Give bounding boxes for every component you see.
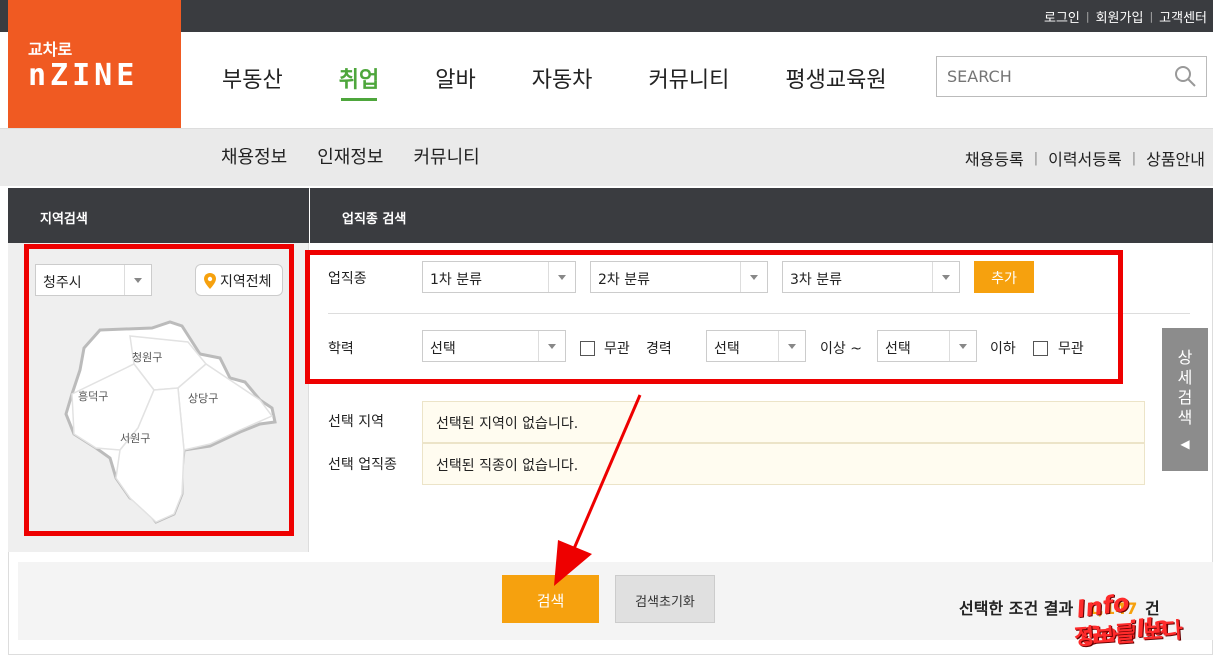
career-max-select[interactable]: 선택 [877, 330, 977, 362]
nav-education[interactable]: 평생교육원 [785, 62, 886, 94]
chevron-down-icon [778, 331, 805, 361]
nav-realestate[interactable]: 부동산 [222, 62, 283, 94]
education-value: 선택 [430, 341, 456, 357]
district-label: 청원구 [132, 351, 162, 364]
customer-center-link[interactable]: 고객센터 [1159, 7, 1207, 26]
class3-value: 3차 분류 [790, 272, 842, 288]
signup-link[interactable]: 회원가입 [1096, 7, 1144, 26]
subnav-post-job[interactable]: 채용등록 [965, 146, 1024, 170]
nav-community[interactable]: 커뮤니티 [648, 62, 729, 94]
sub-nav: 채용정보 인재정보 커뮤니티 채용등록 | 이력서등록 | 상품안내 [0, 128, 1213, 186]
nav-jobs[interactable]: 취업 [339, 62, 379, 101]
class3-select[interactable]: 3차 분류 [782, 261, 960, 293]
map-pin-icon [204, 273, 216, 289]
chevron-down-icon [740, 262, 767, 292]
top-bar: 로그인 | 회원가입 | 고객센터 [0, 0, 1213, 32]
search-input[interactable] [937, 57, 1157, 95]
class2-select[interactable]: 2차 분류 [590, 261, 768, 293]
chevron-down-icon [538, 331, 565, 361]
chevron-down-icon [932, 262, 959, 292]
all-region-button[interactable]: 지역전체 [195, 264, 283, 296]
district-label: 서원구 [120, 432, 150, 445]
career-min-value: 선택 [714, 341, 740, 357]
city-select-value: 청주시 [43, 275, 82, 291]
education-label: 학력 [328, 341, 354, 357]
separator: | [1085, 10, 1090, 23]
job-search-header: 업직종 검색 [310, 188, 1213, 243]
district-label: 상당구 [188, 392, 218, 405]
job-category-label: 업직종 [328, 271, 367, 287]
district-map: 청원구 흥덕구 상당구 서원구 [64, 320, 277, 524]
class1-value: 1차 분류 [430, 272, 482, 288]
city-select[interactable]: 청주시 [35, 264, 152, 296]
search-icon[interactable] [1174, 65, 1196, 87]
logo-text-main: nZINE [28, 58, 139, 93]
selected-region-label: 선택 지역 [328, 414, 384, 430]
career-any-label: 무관 [1058, 341, 1084, 357]
district-label: 흥덕구 [78, 389, 108, 403]
subnav-talent-info[interactable]: 인재정보 [317, 143, 383, 169]
region-search-header: 지역검색 [8, 188, 309, 243]
site-logo[interactable]: 교차로 nZINE [8, 0, 181, 128]
chevron-down-icon [949, 331, 976, 361]
class1-select[interactable]: 1차 분류 [422, 261, 576, 293]
subnav-recruit-info[interactable]: 채용정보 [221, 143, 287, 169]
career-max-value: 선택 [885, 341, 911, 357]
above-label: 이상 ~ [820, 341, 862, 357]
divider [328, 313, 1190, 314]
subnav-community[interactable]: 커뮤니티 [414, 143, 480, 169]
education-select[interactable]: 선택 [422, 330, 566, 362]
separator: | [1131, 150, 1137, 166]
selected-job-label: 선택 업직종 [328, 457, 397, 473]
class2-value: 2차 분류 [598, 272, 650, 288]
login-link[interactable]: 로그인 [1044, 7, 1080, 26]
arrow-down-icon [554, 394, 642, 586]
sub-nav-right: 채용등록 | 이력서등록 | 상품안내 [965, 146, 1205, 170]
career-any-checkbox[interactable] [1033, 341, 1048, 356]
career-label: 경력 [646, 341, 672, 357]
nav-parttime[interactable]: 알바 [435, 62, 475, 94]
below-label: 이하 [990, 341, 1016, 357]
all-region-label: 지역전체 [220, 274, 272, 290]
top-links: 로그인 | 회원가입 | 고객센터 [1044, 7, 1207, 26]
result-label: 선택한 조건 결과 [959, 599, 1074, 618]
selected-region-box: 선택된 지역이 없습니다. [422, 401, 1145, 443]
career-min-select[interactable]: 선택 [706, 330, 806, 362]
add-button[interactable]: 추가 [974, 261, 1034, 293]
detail-search-label: 상세검색 [1177, 348, 1193, 427]
education-any-checkbox[interactable] [580, 341, 595, 356]
logo-text-top: 교차로 [28, 40, 73, 59]
selected-job-box: 선택된 직종이 없습니다. [422, 443, 1145, 485]
arrow-left-icon: ◀ [1180, 437, 1190, 451]
main-nav: 부동산 취업 알바 자동차 커뮤니티 평생교육원 [222, 62, 943, 101]
separator: | [1033, 150, 1039, 166]
sub-nav-left: 채용정보 인재정보 커뮤니티 [221, 143, 480, 169]
detail-search-tab[interactable]: 상세검색 ◀ [1162, 328, 1208, 471]
education-any-label: 무관 [604, 341, 630, 357]
chevron-down-icon [548, 262, 575, 292]
subnav-products[interactable]: 상품안내 [1146, 146, 1205, 170]
search-box [936, 56, 1207, 97]
subnav-post-resume[interactable]: 이력서등록 [1048, 146, 1122, 170]
chevron-down-icon [124, 265, 151, 295]
separator: | [1149, 10, 1154, 23]
nav-cars[interactable]: 자동차 [532, 62, 593, 94]
region-sangdang[interactable] [177, 363, 274, 451]
